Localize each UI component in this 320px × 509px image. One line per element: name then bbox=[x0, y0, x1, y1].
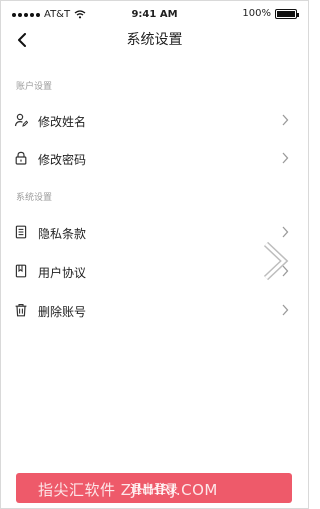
status-right: 100% bbox=[242, 8, 299, 19]
row-change-password[interactable]: 修改密码 bbox=[0, 141, 309, 175]
document-icon bbox=[15, 225, 27, 239]
row-label: 删除账号 bbox=[38, 305, 87, 319]
chevron-right-icon bbox=[282, 304, 289, 316]
logout-label: 退出登录 bbox=[129, 481, 178, 496]
chevron-right-icon bbox=[282, 114, 289, 126]
bookmark-icon bbox=[15, 264, 27, 278]
logout-button[interactable]: 退出登录 bbox=[16, 473, 292, 503]
row-delete-account[interactable]: 删除账号 bbox=[0, 293, 309, 327]
battery-percent: 100% bbox=[242, 8, 271, 19]
lock-icon bbox=[15, 151, 27, 165]
trash-icon bbox=[15, 304, 27, 317]
chevron-right-icon bbox=[282, 265, 289, 277]
chevron-right-icon bbox=[282, 226, 289, 238]
row-privacy-policy[interactable]: 隐私条款 bbox=[0, 215, 309, 249]
row-change-name[interactable]: 修改姓名 bbox=[0, 103, 309, 137]
section-title-system: 系统设置 bbox=[16, 193, 53, 203]
status-bar: AT&T 9:41 AM 100% bbox=[0, 0, 309, 28]
section-title-account: 账户设置 bbox=[16, 82, 53, 92]
row-label: 修改密码 bbox=[38, 153, 87, 167]
page-title: 系统设置 bbox=[126, 32, 183, 48]
chevron-right-icon bbox=[282, 152, 289, 164]
row-label: 用户协议 bbox=[38, 266, 87, 280]
row-label: 修改姓名 bbox=[38, 115, 87, 129]
battery-icon bbox=[275, 8, 299, 19]
row-user-agreement[interactable]: 用户协议 bbox=[0, 254, 309, 288]
user-edit-icon bbox=[14, 113, 28, 127]
row-label: 隐私条款 bbox=[38, 227, 87, 241]
nav-bar: 系统设置 bbox=[0, 28, 309, 52]
